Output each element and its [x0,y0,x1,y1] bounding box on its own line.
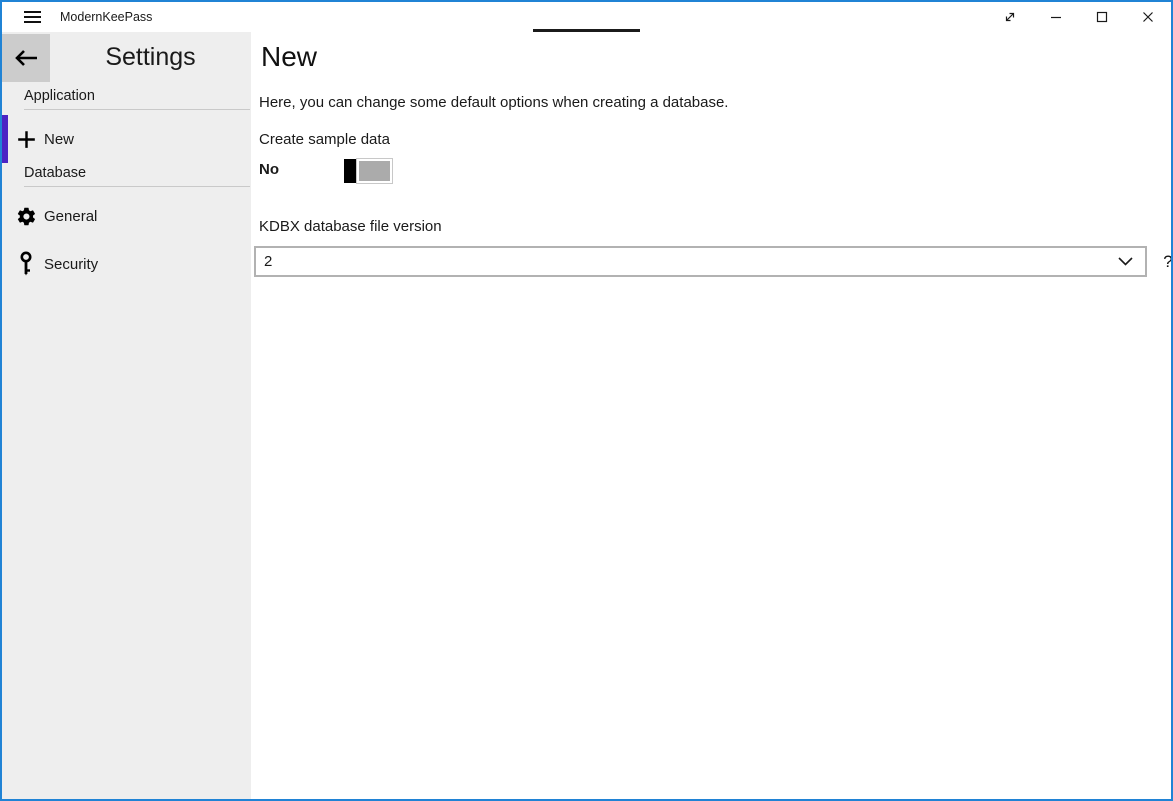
sidebar-item-label: Security [44,256,98,273]
sidebar-item-label: General [44,208,97,225]
page-title: New [261,41,317,73]
plus-icon [14,127,38,151]
minimize-button[interactable] [1033,2,1079,32]
gear-icon [14,204,38,228]
fullscreen-icon [1003,10,1017,24]
key-icon [14,252,38,276]
app-window: ModernKeePass [0,0,1173,801]
window-controls [987,2,1171,32]
maximize-icon [1096,11,1108,23]
toggle-knob [344,159,357,183]
app-title: ModernKeePass [60,2,152,32]
kdbx-version-select[interactable]: 2 [254,246,1147,277]
sidebar-item-new[interactable]: New [2,115,251,163]
fullscreen-button[interactable] [987,2,1033,32]
sidebar-item-security[interactable]: Security [2,240,251,288]
hamburger-icon [24,11,41,23]
back-button[interactable] [2,34,50,82]
chevron-down-icon [1118,257,1145,266]
sidebar-item-label: New [44,131,74,148]
back-arrow-icon [13,48,39,68]
create-sample-data-toggle[interactable] [344,159,392,183]
page-description: Here, you can change some default option… [259,94,728,111]
sidebar-item-general[interactable]: General [2,192,251,240]
settings-sidebar: Settings Application New Database Genera… [2,32,251,799]
minimize-icon [1050,11,1062,23]
sidebar-heading: Settings [50,43,251,72]
toggle-track [357,159,392,183]
toggle-state-label: No [259,161,279,178]
close-icon [1142,11,1154,23]
main-content: New Here, you can change some default op… [251,32,1171,799]
maximize-button[interactable] [1079,2,1125,32]
help-button[interactable]: ? [1156,246,1173,277]
kdbx-version-value: 2 [256,253,1118,270]
kdbx-version-label: KDBX database file version [259,218,442,235]
selected-indicator [2,115,8,163]
hamburger-menu-button[interactable] [15,2,49,32]
create-sample-data-label: Create sample data [259,131,390,148]
titlebar: ModernKeePass [2,2,1171,32]
section-header-database: Database [24,165,250,187]
section-header-application: Application [24,88,250,110]
close-button[interactable] [1125,2,1171,32]
